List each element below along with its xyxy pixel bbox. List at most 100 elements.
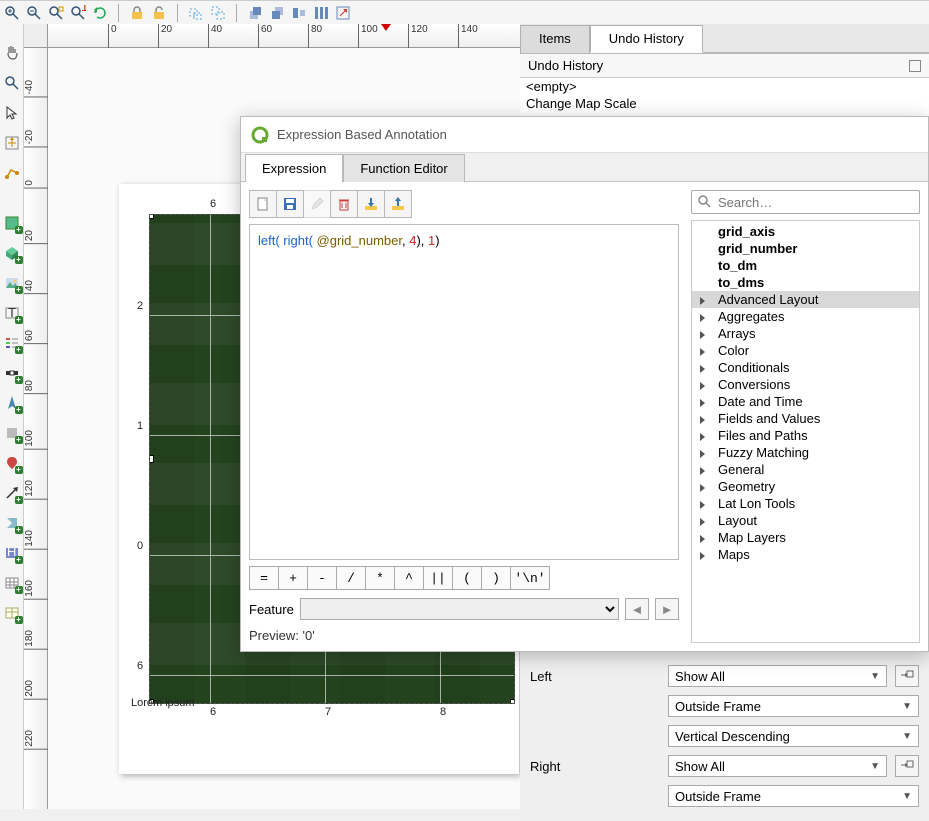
func-group[interactable]: Lat Lon Tools	[692, 495, 919, 512]
add-label-icon[interactable]: T	[3, 304, 21, 322]
func-group[interactable]: Conversions	[692, 376, 919, 393]
lock-icon[interactable]	[129, 5, 145, 21]
func-group[interactable]: Map Layers	[692, 529, 919, 546]
left-position-combo[interactable]: Outside Frame▼	[668, 695, 919, 717]
undo-list[interactable]: <empty> Change Map Scale	[520, 78, 929, 118]
func-group[interactable]: Geometry	[692, 478, 919, 495]
function-tree[interactable]: grid_axis grid_number to_dm to_dms Advan…	[691, 220, 920, 643]
distribute-icon[interactable]	[313, 5, 329, 21]
operator-row: = + - / * ^ || ( ) '\n'	[249, 566, 679, 590]
add-image-icon[interactable]	[3, 274, 21, 292]
delete-icon[interactable]	[330, 190, 358, 218]
zoom-icon[interactable]	[3, 74, 21, 92]
op-concat[interactable]: ||	[423, 566, 453, 590]
op-rparen[interactable]: )	[481, 566, 511, 590]
func-group[interactable]: Aggregates	[692, 308, 919, 325]
tab-function-editor[interactable]: Function Editor	[343, 154, 464, 182]
op-multiply[interactable]: *	[365, 566, 395, 590]
dialog-tabs: Expression Function Editor	[241, 153, 928, 182]
add-table-icon[interactable]	[3, 574, 21, 592]
import-icon[interactable]	[357, 190, 385, 218]
func-group[interactable]: Advanced Layout	[692, 291, 919, 308]
func-group[interactable]: Files and Paths	[692, 427, 919, 444]
top-toolbar: 1:1	[0, 0, 929, 24]
select-icon[interactable]	[3, 104, 21, 122]
align-icon[interactable]	[291, 5, 307, 21]
resize-icon[interactable]	[335, 5, 351, 21]
add-fixedtable-icon[interactable]	[3, 604, 21, 622]
zoom-actual-icon[interactable]: 1:1	[70, 5, 86, 21]
undo-entry[interactable]: <empty>	[520, 78, 929, 95]
func-group[interactable]: General	[692, 461, 919, 478]
op-divide[interactable]: /	[336, 566, 366, 590]
panel-tabs: Items Undo History	[520, 24, 929, 54]
tab-expression[interactable]: Expression	[245, 154, 343, 182]
move-content-icon[interactable]	[3, 134, 21, 152]
add-html-icon[interactable]: HTML	[3, 544, 21, 562]
right-position-combo[interactable]: Outside Frame▼	[668, 785, 919, 807]
left-direction-combo[interactable]: Vertical Descending▼	[668, 725, 919, 747]
ungroup-icon[interactable]	[210, 5, 226, 21]
function-search-input[interactable]	[718, 195, 913, 210]
expression-editor[interactable]: left( right( @grid_number, 4), 1)	[249, 224, 679, 560]
func-group[interactable]: Maps	[692, 546, 919, 563]
op-newline[interactable]: '\n'	[510, 566, 550, 590]
zoom-in-icon[interactable]	[4, 5, 20, 21]
add-scalebar-icon[interactable]	[3, 364, 21, 382]
func-item[interactable]: grid_number	[692, 240, 919, 257]
raise-icon[interactable]	[247, 5, 263, 21]
feature-combo[interactable]	[300, 598, 619, 620]
pan-icon[interactable]	[3, 44, 21, 62]
feature-next-button[interactable]: ►	[655, 598, 679, 620]
add-map-icon[interactable]	[3, 214, 21, 232]
panel-detach-icon[interactable]	[909, 60, 921, 72]
op-plus[interactable]: +	[278, 566, 308, 590]
undo-entry[interactable]: Change Map Scale	[520, 95, 929, 112]
label-left: Left	[530, 669, 660, 684]
tab-undo-history[interactable]: Undo History	[590, 25, 703, 53]
export-icon[interactable]	[384, 190, 412, 218]
func-group[interactable]: Layout	[692, 512, 919, 529]
op-equals[interactable]: =	[249, 566, 279, 590]
feature-prev-button[interactable]: ◄	[625, 598, 649, 620]
ruler-horizontal: 0 20 40 60 80 100 120 140	[48, 24, 520, 48]
zoom-out-icon[interactable]	[26, 5, 42, 21]
func-group[interactable]: Fields and Values	[692, 410, 919, 427]
svg-text:1:1: 1:1	[81, 5, 86, 14]
grid-properties: Left Show All▼ Outside Frame▼ Vertical D…	[520, 659, 929, 821]
op-minus[interactable]: -	[307, 566, 337, 590]
op-power[interactable]: ^	[394, 566, 424, 590]
func-group[interactable]: Color	[692, 342, 919, 359]
new-file-icon[interactable]	[249, 190, 277, 218]
func-group[interactable]: Conditionals	[692, 359, 919, 376]
edit-nodes-icon[interactable]	[3, 164, 21, 182]
search-icon	[698, 195, 712, 209]
tab-items[interactable]: Items	[520, 25, 590, 53]
refresh-icon[interactable]	[92, 5, 108, 21]
func-item[interactable]: grid_axis	[692, 223, 919, 240]
left-show-combo[interactable]: Show All▼	[668, 665, 887, 687]
add-north-arrow-icon[interactable]	[3, 394, 21, 412]
op-lparen[interactable]: (	[452, 566, 482, 590]
function-search[interactable]	[691, 190, 920, 214]
func-group[interactable]: Arrays	[692, 325, 919, 342]
func-item[interactable]: to_dms	[692, 274, 919, 291]
add-3dmap-icon[interactable]	[3, 244, 21, 262]
add-legend-icon[interactable]	[3, 334, 21, 352]
lower-icon[interactable]	[269, 5, 285, 21]
unlock-icon[interactable]	[151, 5, 167, 21]
add-shape-icon[interactable]	[3, 424, 21, 442]
func-group[interactable]: Date and Time	[692, 393, 919, 410]
right-override-button[interactable]	[895, 755, 919, 777]
left-override-button[interactable]	[895, 665, 919, 687]
add-arrow-icon[interactable]	[3, 484, 21, 502]
right-show-combo[interactable]: Show All▼	[668, 755, 887, 777]
add-marker-icon[interactable]	[3, 454, 21, 472]
zoom-full-icon[interactable]	[48, 5, 64, 21]
func-item[interactable]: to_dm	[692, 257, 919, 274]
group-icon[interactable]	[188, 5, 204, 21]
save-icon[interactable]	[276, 190, 304, 218]
edit-icon[interactable]	[303, 190, 331, 218]
func-group[interactable]: Fuzzy Matching	[692, 444, 919, 461]
add-nodeitem-icon[interactable]	[3, 514, 21, 532]
